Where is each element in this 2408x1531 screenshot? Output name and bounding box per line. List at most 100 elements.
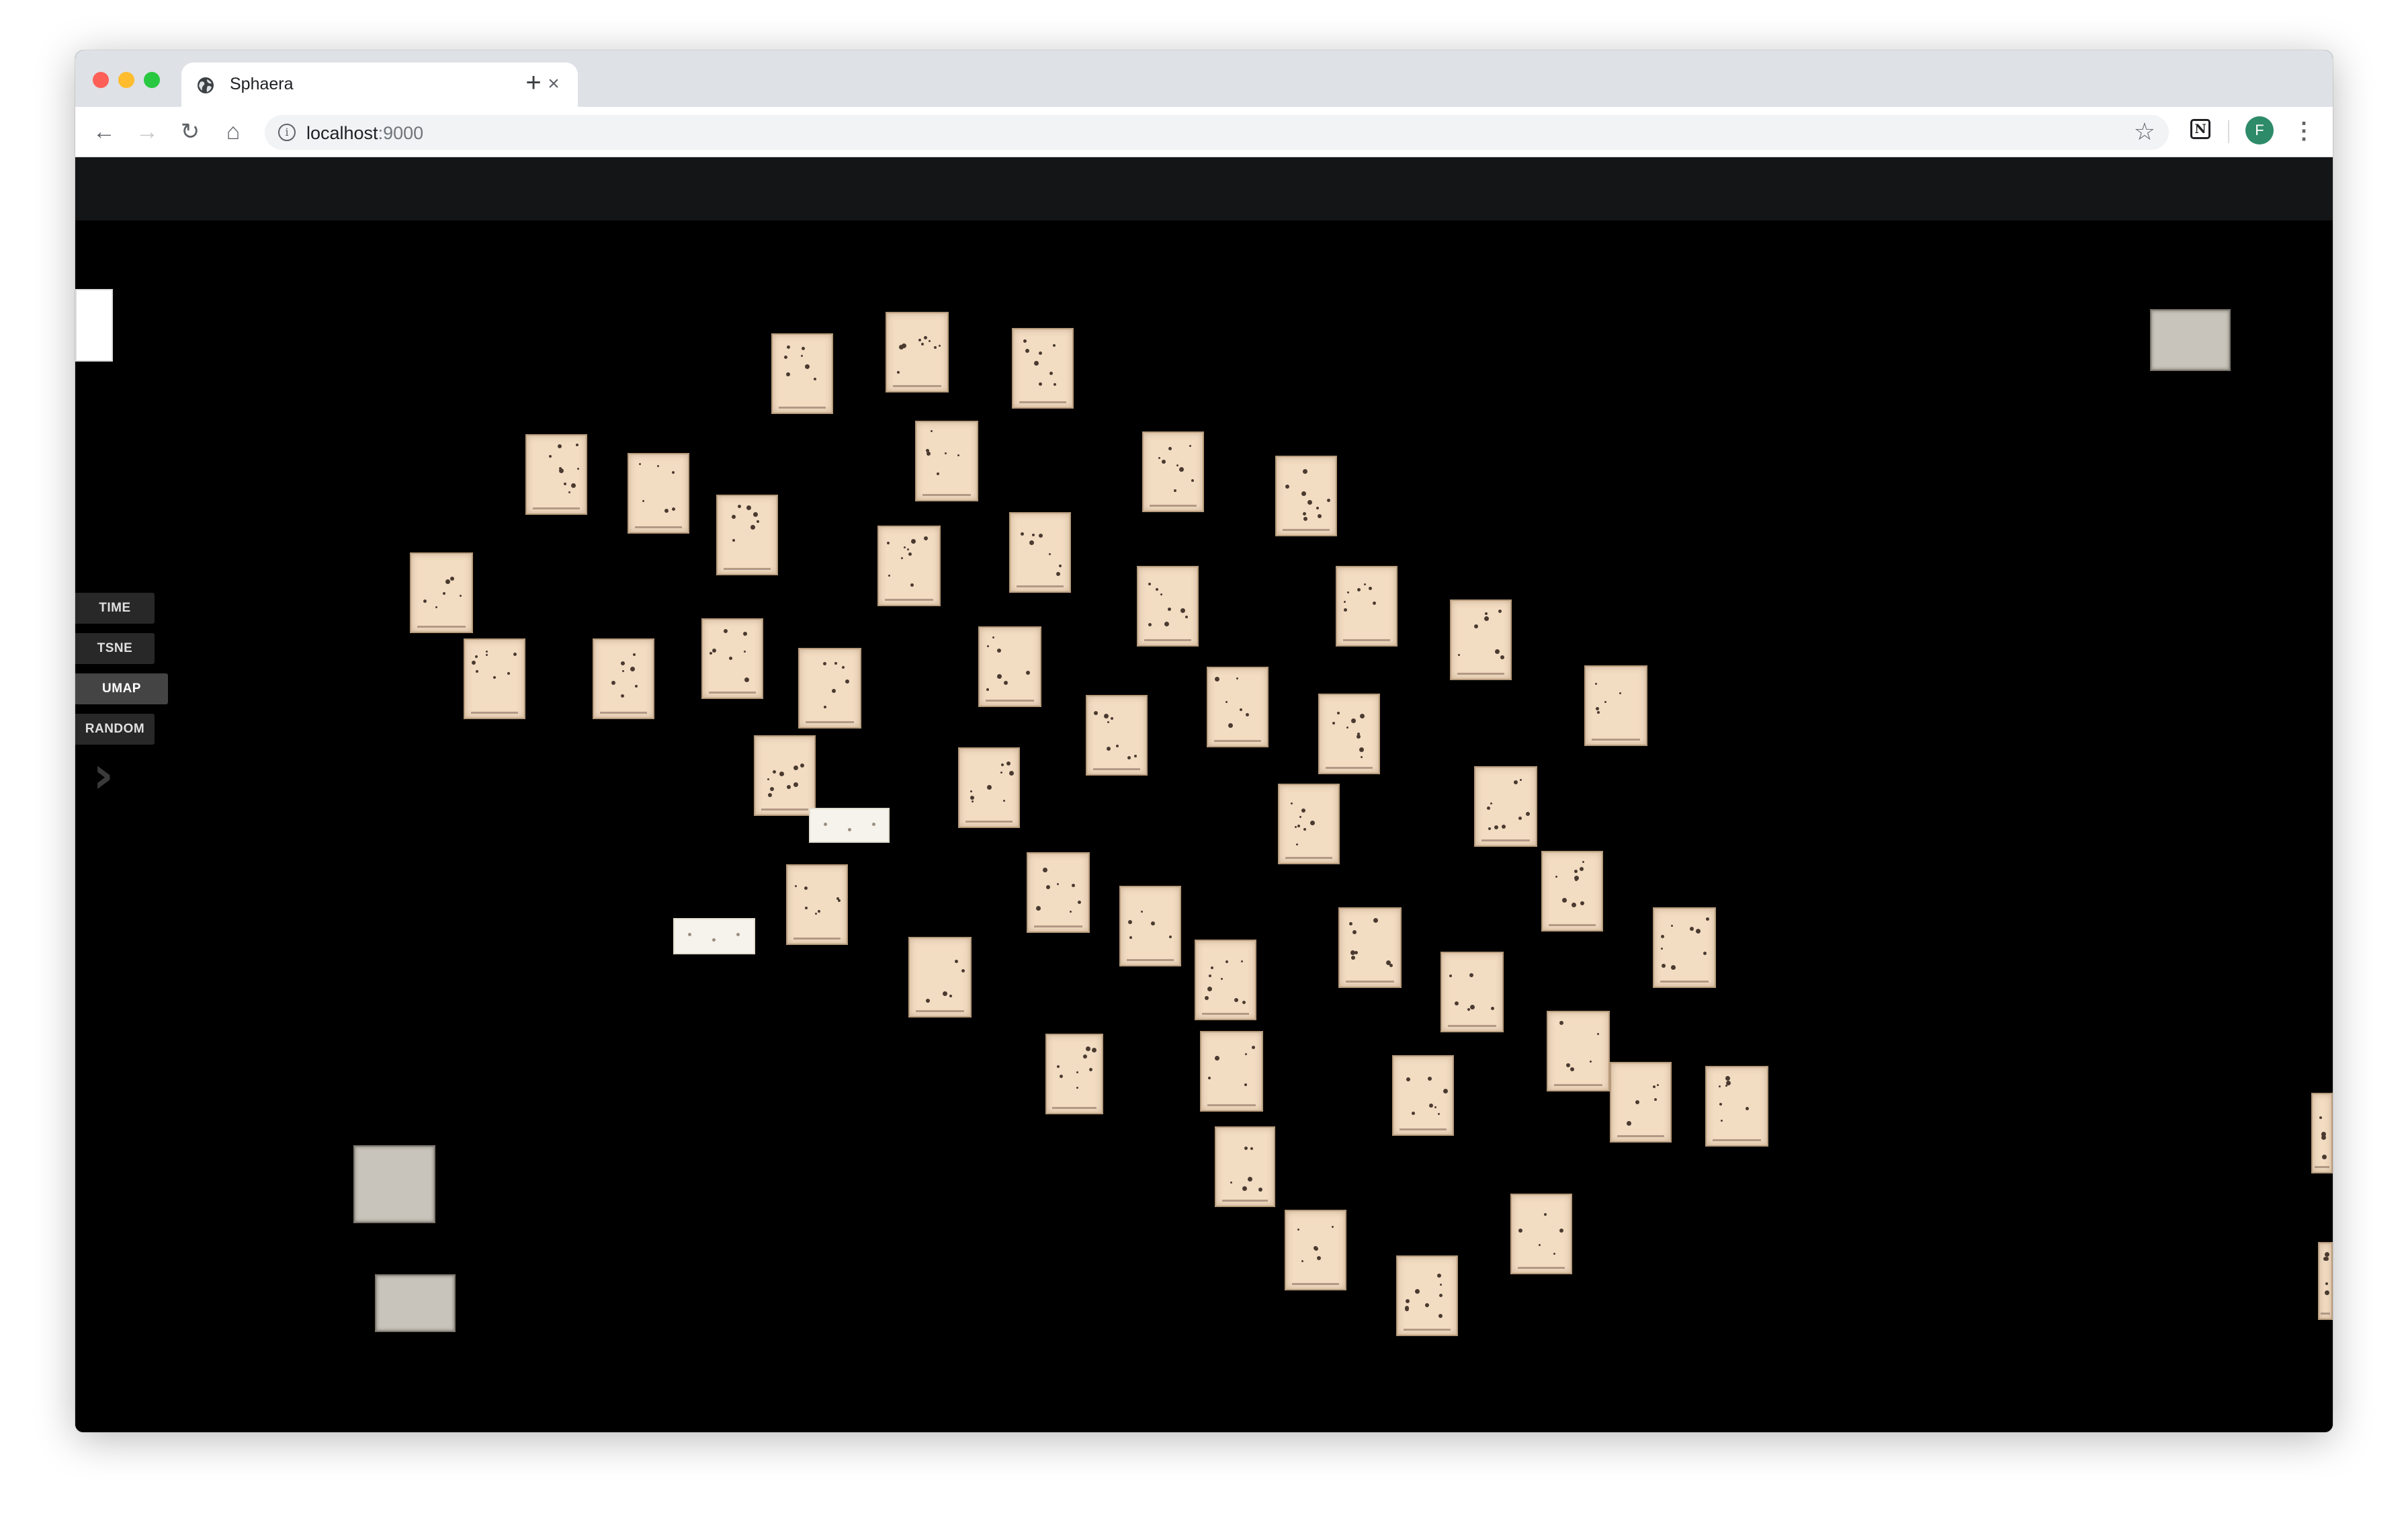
image-thumbnail[interactable] bbox=[1440, 952, 1504, 1032]
image-thumbnail[interactable] bbox=[1653, 907, 1716, 988]
star-mark bbox=[1443, 1089, 1448, 1093]
star-mark bbox=[1494, 825, 1498, 829]
star-mark bbox=[787, 345, 790, 349]
image-thumbnail[interactable] bbox=[1200, 1031, 1263, 1112]
image-thumbnail[interactable] bbox=[886, 312, 949, 392]
notion-extension-icon[interactable]: N bbox=[2190, 119, 2210, 139]
star-mark bbox=[1059, 565, 1062, 567]
star-mark bbox=[1228, 723, 1233, 728]
image-thumbnail[interactable] bbox=[1705, 1066, 1768, 1147]
reload-button[interactable]: ↻ bbox=[175, 116, 206, 147]
image-thumbnail[interactable] bbox=[1119, 886, 1181, 966]
star-mark bbox=[1437, 1274, 1441, 1278]
window-maximize-button[interactable] bbox=[144, 72, 160, 88]
star-mark bbox=[786, 372, 790, 376]
star-mark bbox=[1078, 901, 1081, 904]
image-thumbnail[interactable] bbox=[1045, 1034, 1103, 1114]
site-info-icon[interactable]: i bbox=[278, 124, 296, 141]
address-bar[interactable]: i localhost:9000 ☆ bbox=[265, 115, 2169, 150]
star-mark bbox=[1327, 499, 1330, 502]
back-button[interactable]: ← bbox=[89, 116, 120, 147]
image-thumbnail[interactable] bbox=[1510, 1194, 1572, 1274]
image-thumbnail[interactable] bbox=[1027, 852, 1090, 933]
profile-avatar[interactable]: F bbox=[2245, 116, 2274, 144]
image-thumbnail[interactable] bbox=[375, 1274, 456, 1332]
image-thumbnail[interactable] bbox=[75, 289, 113, 362]
image-thumbnail[interactable] bbox=[786, 864, 848, 945]
image-thumbnail[interactable] bbox=[1215, 1126, 1275, 1207]
image-thumbnail[interactable] bbox=[525, 434, 587, 515]
star-mark bbox=[1244, 1147, 1248, 1150]
image-thumbnail[interactable] bbox=[877, 526, 941, 606]
home-button[interactable]: ⌂ bbox=[218, 116, 249, 147]
image-thumbnail[interactable] bbox=[1207, 667, 1268, 747]
star-mark bbox=[1148, 623, 1152, 626]
star-mark bbox=[1690, 927, 1694, 931]
browser-menu-icon[interactable]: ⋮ bbox=[2292, 115, 2315, 147]
star-mark bbox=[1498, 610, 1502, 613]
window-close-button[interactable] bbox=[93, 72, 109, 88]
star-mark bbox=[804, 886, 808, 890]
image-thumbnail[interactable] bbox=[2318, 1242, 2333, 1320]
image-thumbnail[interactable] bbox=[915, 421, 978, 501]
image-thumbnail[interactable] bbox=[1392, 1055, 1454, 1136]
image-thumbnail[interactable] bbox=[809, 808, 890, 843]
star-mark bbox=[1240, 708, 1242, 711]
caption-line bbox=[916, 1010, 964, 1012]
image-thumbnail[interactable] bbox=[958, 747, 1020, 828]
image-thumbnail[interactable] bbox=[464, 638, 525, 719]
image-thumbnail[interactable] bbox=[1610, 1062, 1672, 1143]
image-thumbnail[interactable] bbox=[1195, 940, 1256, 1020]
image-thumbnail[interactable] bbox=[353, 1145, 435, 1223]
star-mark bbox=[1653, 1085, 1656, 1088]
image-thumbnail[interactable] bbox=[410, 552, 473, 633]
image-thumbnail[interactable] bbox=[908, 937, 972, 1018]
image-thumbnail[interactable] bbox=[1338, 907, 1402, 988]
image-thumbnail[interactable] bbox=[1336, 566, 1398, 647]
image-thumbnail[interactable] bbox=[2150, 309, 2231, 371]
image-thumbnail[interactable] bbox=[628, 453, 689, 534]
image-thumbnail[interactable] bbox=[1137, 566, 1199, 647]
image-thumbnail[interactable] bbox=[1318, 694, 1380, 774]
image-thumbnail[interactable] bbox=[754, 735, 816, 816]
image-thumbnail[interactable] bbox=[1474, 766, 1537, 847]
image-thumbnail[interactable] bbox=[701, 618, 763, 699]
image-thumbnail[interactable] bbox=[716, 495, 778, 575]
image-thumbnail[interactable] bbox=[1547, 1011, 1610, 1091]
image-thumbnail[interactable] bbox=[1275, 456, 1337, 536]
image-thumbnail[interactable] bbox=[1009, 512, 1071, 593]
next-chevron-icon[interactable]: › bbox=[93, 745, 114, 804]
caption-line bbox=[599, 712, 648, 714]
image-thumbnail[interactable] bbox=[1541, 851, 1603, 932]
image-thumbnail[interactable] bbox=[771, 333, 833, 414]
image-thumbnail[interactable] bbox=[1086, 695, 1148, 776]
image-thumbnail[interactable] bbox=[1396, 1255, 1458, 1336]
image-thumbnail[interactable] bbox=[1278, 784, 1340, 864]
caption-line bbox=[1342, 639, 1391, 641]
image-thumbnail[interactable] bbox=[1450, 599, 1512, 680]
star-mark bbox=[1026, 671, 1030, 675]
image-thumbnail[interactable] bbox=[1142, 431, 1204, 512]
image-thumbnail[interactable] bbox=[2311, 1093, 2333, 1173]
new-tab-button[interactable]: + bbox=[519, 68, 548, 97]
page-content: TIME TSNE UMAP RANDOM › bbox=[75, 157, 2333, 1432]
forward-button[interactable]: → bbox=[132, 116, 163, 147]
star-mark bbox=[1168, 447, 1172, 450]
window-minimize-button[interactable] bbox=[118, 72, 134, 88]
star-mark bbox=[423, 599, 427, 603]
image-thumbnail[interactable] bbox=[1012, 328, 1074, 409]
star-mark bbox=[1574, 870, 1578, 873]
image-thumbnail[interactable] bbox=[978, 626, 1041, 707]
layout-button-umap[interactable]: UMAP bbox=[75, 673, 168, 704]
layout-button-tsne[interactable]: TSNE bbox=[75, 633, 155, 664]
bookmark-star-icon[interactable]: ☆ bbox=[2134, 118, 2155, 146]
image-thumbnail[interactable] bbox=[593, 638, 654, 719]
caption-line bbox=[1034, 925, 1082, 927]
layout-button-time[interactable]: TIME bbox=[75, 593, 155, 624]
layout-button-random[interactable]: RANDOM bbox=[75, 714, 155, 745]
image-thumbnail[interactable] bbox=[673, 918, 755, 954]
image-thumbnail[interactable] bbox=[1285, 1210, 1346, 1290]
image-thumbnail[interactable] bbox=[798, 648, 861, 729]
image-thumbnail[interactable] bbox=[1584, 665, 1647, 746]
star-mark bbox=[1514, 780, 1518, 784]
